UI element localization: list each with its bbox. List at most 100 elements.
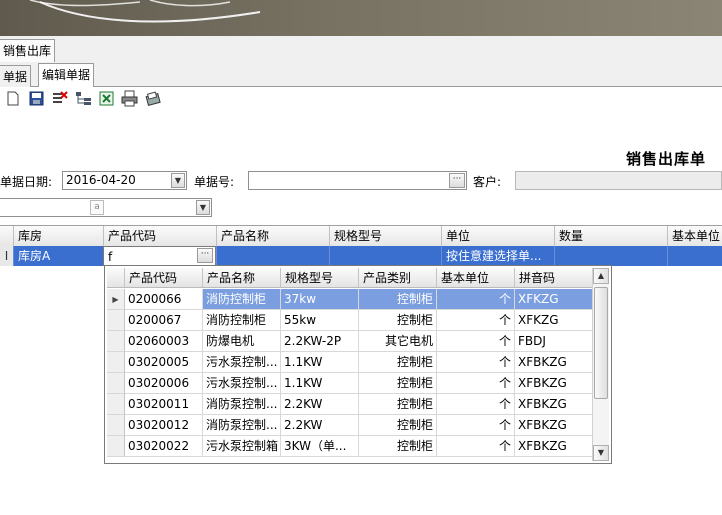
popup-column-header[interactable]: 产品代码 <box>125 268 203 288</box>
popup-column-header[interactable]: 基本单位 <box>437 268 515 288</box>
new-document-icon[interactable] <box>4 90 21 107</box>
unit-cell[interactable]: 个 <box>437 352 515 373</box>
unit-cell[interactable]: 个 <box>437 289 515 310</box>
pinyin-cell[interactable]: XFBKZG <box>515 436 593 457</box>
tab-edit-document[interactable]: 编辑单据 <box>38 63 95 87</box>
unit-cell[interactable]: 个 <box>437 394 515 415</box>
tree-icon[interactable] <box>75 90 92 107</box>
spec-cell[interactable]: 2.2KW <box>281 415 359 436</box>
product-name-cell[interactable]: 消防控制柜 <box>203 289 281 310</box>
spec-cell[interactable]: 3KW（单... <box>281 436 359 457</box>
tab-sales-outbound[interactable]: 销售出库 <box>0 39 56 62</box>
product-name-cell[interactable]: 消防控制柜 <box>203 310 281 331</box>
product-code-cell[interactable]: 0200066 <box>125 289 203 310</box>
pinyin-cell[interactable]: XFBKZG <box>515 352 593 373</box>
unit-cell[interactable]: 个 <box>437 331 515 352</box>
column-header[interactable]: 产品名称 <box>216 226 329 246</box>
pinyin-cell[interactable]: XFBKZG <box>515 394 593 415</box>
scroll-down-icon[interactable]: ▼ <box>593 445 609 461</box>
spec-cell[interactable]: 2.2KW-2P <box>281 331 359 352</box>
product-name-cell[interactable]: 污水泵控制... <box>203 352 281 373</box>
ellipsis-icon[interactable]: ··· <box>197 248 213 263</box>
quantity-cell[interactable] <box>554 246 667 266</box>
table-row[interactable]: ▶ 0200066 消防控制柜 37kw 控制柜 个 XFKZG <box>107 289 595 310</box>
category-cell[interactable]: 控制柜 <box>359 310 437 331</box>
product-name-cell[interactable]: 消防泵控制... <box>203 394 281 415</box>
unit-cell[interactable]: 按住意建选择单... <box>441 246 554 266</box>
pinyin-cell[interactable]: XFBKZG <box>515 373 593 394</box>
popup-scrollbar[interactable]: ▲ ▼ <box>592 268 609 461</box>
popup-column-header[interactable]: 规格型号 <box>281 268 359 288</box>
table-row[interactable]: 02060003 防爆电机 2.2KW-2P 其它电机 个 FBDJ <box>107 331 595 352</box>
category-cell[interactable]: 控制柜 <box>359 436 437 457</box>
product-code-cell[interactable]: 03020012 <box>125 415 203 436</box>
table-row[interactable]: 03020006 污水泵控制... 1.1KW 控制柜 个 XFBKZG <box>107 373 595 394</box>
spec-cell[interactable]: 37kw <box>281 289 359 310</box>
table-row[interactable]: 0200067 消防控制柜 55kw 控制柜 个 XFKZG <box>107 310 595 331</box>
column-header[interactable]: 基本单位 <box>667 226 722 246</box>
spec-cell[interactable]: 1.1KW <box>281 373 359 394</box>
pinyin-cell[interactable]: XFKZG <box>515 289 593 310</box>
save-icon[interactable] <box>28 90 45 107</box>
product-code-input[interactable]: f ··· <box>103 246 216 266</box>
product-name-cell[interactable] <box>216 246 329 266</box>
pinyin-cell[interactable]: XFKZG <box>515 310 593 331</box>
scroll-up-icon[interactable]: ▲ <box>593 268 609 284</box>
spec-cell[interactable] <box>329 246 441 266</box>
row-header-corner <box>0 226 13 246</box>
pinyin-cell[interactable]: FBDJ <box>515 331 593 352</box>
warehouse-cell[interactable]: 库房A <box>13 246 103 266</box>
column-header[interactable]: 产品代码 <box>103 226 216 246</box>
combo-field[interactable]: a ▼ <box>0 198 212 217</box>
product-name-cell[interactable]: 防爆电机 <box>203 331 281 352</box>
product-name-cell[interactable]: 消防泵控制... <box>203 415 281 436</box>
spec-cell[interactable]: 55kw <box>281 310 359 331</box>
popup-column-header[interactable]: 产品类别 <box>359 268 437 288</box>
date-field[interactable]: 2016-04-20 ▼ <box>62 171 187 190</box>
product-name-cell[interactable]: 污水泵控制... <box>203 373 281 394</box>
delete-icon[interactable] <box>51 90 68 107</box>
column-header[interactable]: 规格型号 <box>329 226 441 246</box>
base-unit-cell[interactable] <box>667 246 722 266</box>
category-cell[interactable]: 控制柜 <box>359 415 437 436</box>
unit-cell[interactable]: 个 <box>437 436 515 457</box>
product-code-cell[interactable]: 03020022 <box>125 436 203 457</box>
product-code-cell[interactable]: 0200067 <box>125 310 203 331</box>
product-code-cell[interactable]: 02060003 <box>125 331 203 352</box>
popup-column-header[interactable]: 产品名称 <box>203 268 281 288</box>
popup-column-header[interactable]: 拼音码 <box>515 268 593 288</box>
customer-field[interactable] <box>515 171 722 190</box>
category-cell[interactable]: 控制柜 <box>359 373 437 394</box>
unit-cell[interactable]: 个 <box>437 373 515 394</box>
column-header[interactable]: 单位 <box>441 226 554 246</box>
column-header[interactable]: 库房 <box>13 226 103 246</box>
table-row[interactable]: I 库房A f ··· 按住意建选择单... <box>0 246 722 266</box>
product-code-cell[interactable]: 03020005 <box>125 352 203 373</box>
tab-documents[interactable]: 单据 <box>0 65 32 88</box>
column-header[interactable]: 数量 <box>554 226 667 246</box>
print-icon[interactable] <box>121 90 138 107</box>
chevron-down-icon[interactable]: ▼ <box>196 200 210 215</box>
table-row[interactable]: 03020011 消防泵控制... 2.2KW 控制柜 个 XFBKZG <box>107 394 595 415</box>
category-cell[interactable]: 控制柜 <box>359 352 437 373</box>
pinyin-cell[interactable]: XFBKZG <box>515 415 593 436</box>
unit-cell[interactable]: 个 <box>437 310 515 331</box>
table-row[interactable]: 03020012 消防泵控制... 2.2KW 控制柜 个 XFBKZG <box>107 415 595 436</box>
spec-cell[interactable]: 1.1KW <box>281 352 359 373</box>
ellipsis-icon[interactable]: ··· <box>449 173 465 188</box>
chevron-down-icon[interactable]: ▼ <box>171 173 185 188</box>
number-field[interactable]: ··· <box>248 171 467 190</box>
print-preview-icon[interactable] <box>144 90 161 107</box>
spec-cell[interactable]: 2.2KW <box>281 394 359 415</box>
category-cell[interactable]: 控制柜 <box>359 394 437 415</box>
excel-export-icon[interactable] <box>98 90 115 107</box>
product-name-cell[interactable]: 污水泵控制箱 <box>203 436 281 457</box>
unit-cell[interactable]: 个 <box>437 415 515 436</box>
scrollbar-thumb[interactable] <box>594 287 608 399</box>
category-cell[interactable]: 控制柜 <box>359 289 437 310</box>
product-code-cell[interactable]: 03020006 <box>125 373 203 394</box>
category-cell[interactable]: 其它电机 <box>359 331 437 352</box>
table-row[interactable]: 03020022 污水泵控制箱 3KW（单... 控制柜 个 XFBKZG <box>107 436 595 457</box>
table-row[interactable]: 03020005 污水泵控制... 1.1KW 控制柜 个 XFBKZG <box>107 352 595 373</box>
product-code-cell[interactable]: 03020011 <box>125 394 203 415</box>
